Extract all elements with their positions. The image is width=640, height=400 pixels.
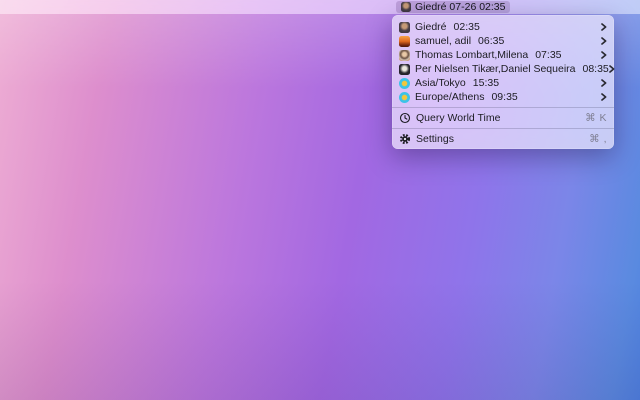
menu-item-label: Settings <box>416 133 454 145</box>
shortcut-hint: ⌘ K <box>585 112 607 124</box>
menu-separator <box>392 107 614 108</box>
item-time: 08:35 <box>583 63 609 75</box>
item-time: 07:35 <box>535 49 561 61</box>
globe-icon <box>399 78 410 89</box>
globe-icon <box>399 92 410 103</box>
menu-item-label: Giedré <box>415 21 447 33</box>
chevron-right-icon <box>601 93 607 101</box>
status-avatar-icon <box>401 2 411 12</box>
item-time: 09:35 <box>491 91 517 103</box>
menu-item-settings[interactable]: Settings ⌘ , <box>392 131 614 146</box>
world-time-menu: Giedré 02:35 samuel, adil 06:35 Thomas L… <box>392 15 614 149</box>
desktop: { "menubar": { "status_item": { "label":… <box>0 0 640 400</box>
menu-item-person[interactable]: Thomas Lombart,Milena 07:35 <box>392 48 614 62</box>
menu-item-timezone[interactable]: Asia/Tokyo 15:35 <box>392 76 614 90</box>
chevron-right-icon <box>601 23 607 31</box>
gear-icon <box>399 133 411 145</box>
chevron-right-icon <box>601 79 607 87</box>
clock-icon <box>399 112 411 124</box>
menu-item-person[interactable]: Per Nielsen Tikær,Daniel Sequeira 08:35 <box>392 62 614 76</box>
chevron-right-icon <box>609 65 615 73</box>
shortcut-hint: ⌘ , <box>589 133 607 145</box>
menu-item-label: Query World Time <box>416 112 500 124</box>
person-avatar-icon <box>399 50 410 61</box>
item-time: 15:35 <box>473 77 499 89</box>
menu-item-label: Asia/Tokyo <box>415 77 466 89</box>
menu-separator <box>392 128 614 129</box>
chevron-right-icon <box>601 37 607 45</box>
item-time: 06:35 <box>478 35 504 47</box>
person-avatar-icon <box>399 64 410 75</box>
menu-item-label: Europe/Athens <box>415 91 484 103</box>
menu-item-person[interactable]: samuel, adil 06:35 <box>392 34 614 48</box>
item-time: 02:35 <box>454 21 480 33</box>
person-avatar-icon <box>399 22 410 33</box>
menu-item-timezone[interactable]: Europe/Athens 09:35 <box>392 90 614 104</box>
menu-item-label: Thomas Lombart,Milena <box>415 49 528 61</box>
menubar: Giedré 07-26 02:35 <box>0 0 640 14</box>
menu-item-person[interactable]: Giedré 02:35 <box>392 20 614 34</box>
status-item-world-time[interactable]: Giedré 07-26 02:35 <box>396 1 510 13</box>
status-item-label: Giedré 07-26 02:35 <box>415 1 505 13</box>
person-avatar-icon <box>399 36 410 47</box>
menu-item-label: samuel, adil <box>415 35 471 47</box>
menu-item-label: Per Nielsen Tikær,Daniel Sequeira <box>415 63 576 75</box>
menu-item-query-world-time[interactable]: Query World Time ⌘ K <box>392 110 614 125</box>
chevron-right-icon <box>601 51 607 59</box>
